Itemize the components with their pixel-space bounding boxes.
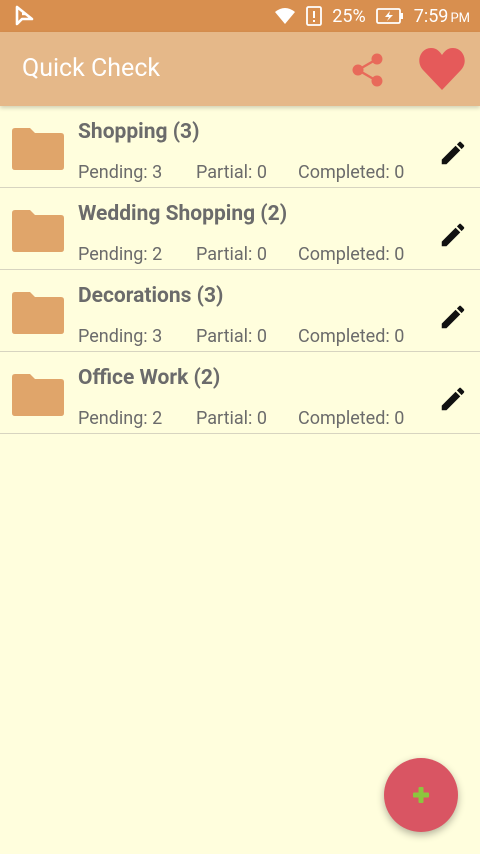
partial-count: Partial: 0: [196, 244, 267, 265]
app-notification-icon: [15, 5, 34, 26]
battery-percent: 25%: [332, 5, 366, 27]
clock: 7:59 PM: [414, 6, 470, 27]
list-item[interactable]: Decorations (3) Pending: 3 Partial: 0 Co…: [0, 270, 480, 352]
plus-icon: [413, 787, 429, 803]
share-icon[interactable]: [350, 52, 386, 88]
list-item[interactable]: Wedding Shopping (2) Pending: 2 Partial:…: [0, 188, 480, 270]
partial-count: Partial: 0: [196, 326, 267, 347]
completed-count: Completed: 0: [298, 244, 405, 265]
pending-count: Pending: 2: [78, 244, 163, 265]
folder-icon: [12, 210, 64, 252]
edit-pencil-icon[interactable]: [438, 384, 468, 414]
heart-icon[interactable]: [418, 46, 466, 92]
battery-charging-icon: [375, 8, 403, 24]
pending-count: Pending: 3: [78, 162, 163, 183]
wifi-icon: [275, 8, 296, 24]
edit-pencil-icon[interactable]: [438, 220, 468, 250]
clock-period: PM: [450, 10, 470, 26]
completed-count: Completed: 0: [298, 408, 405, 429]
sim-alert-icon: [306, 6, 323, 26]
list-name: Office Work (2): [78, 366, 221, 390]
completed-count: Completed: 0: [298, 326, 405, 347]
app-toolbar: Quick Check: [0, 32, 480, 106]
list-item[interactable]: Shopping (3) Pending: 3 Partial: 0 Compl…: [0, 106, 480, 188]
edit-pencil-icon[interactable]: [438, 138, 468, 168]
edit-pencil-icon[interactable]: [438, 302, 468, 332]
status-bar: 25% 7:59 PM: [0, 0, 480, 32]
completed-count: Completed: 0: [298, 162, 405, 183]
folder-icon: [12, 292, 64, 334]
list-name: Decorations (3): [78, 284, 224, 308]
partial-count: Partial: 0: [196, 162, 267, 183]
folder-icon: [12, 128, 64, 170]
list-name: Shopping (3): [78, 120, 200, 144]
list-item[interactable]: Office Work (2) Pending: 2 Partial: 0 Co…: [0, 352, 480, 434]
pending-count: Pending: 3: [78, 326, 163, 347]
list-name: Wedding Shopping (2): [78, 202, 288, 226]
partial-count: Partial: 0: [196, 408, 267, 429]
folder-icon: [12, 374, 64, 416]
clock-time: 7:59: [413, 5, 449, 27]
checklist-list: Shopping (3) Pending: 3 Partial: 0 Compl…: [0, 106, 480, 434]
add-list-button[interactable]: [384, 758, 458, 832]
app-title: Quick Check: [22, 54, 161, 83]
pending-count: Pending: 2: [78, 408, 163, 429]
